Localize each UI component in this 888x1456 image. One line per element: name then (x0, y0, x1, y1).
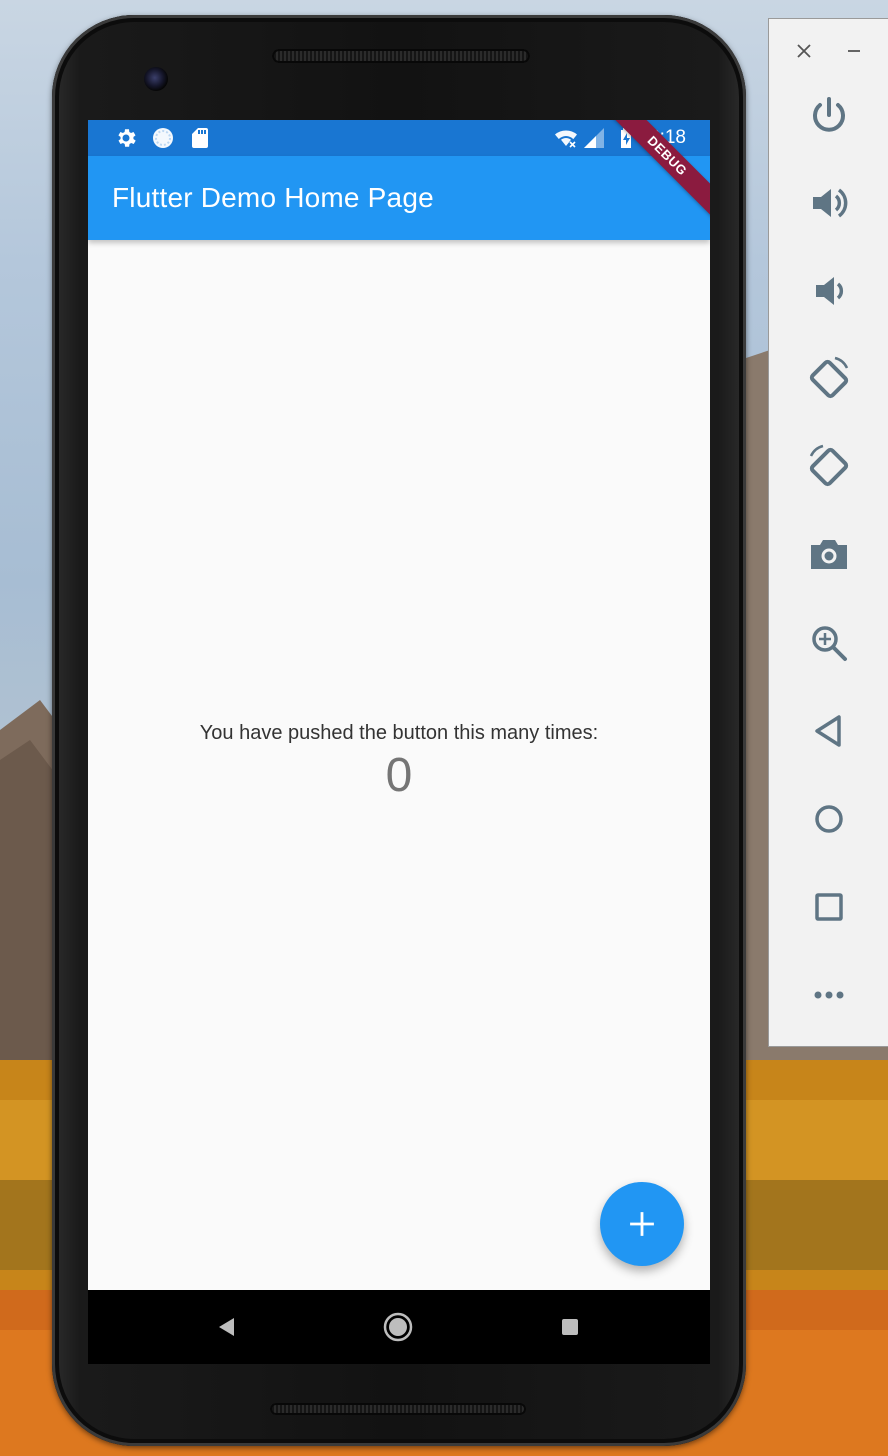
panel-close-button[interactable] (793, 41, 815, 61)
home-icon (383, 1312, 413, 1342)
rotate-right-icon (809, 444, 849, 487)
page-body: You have pushed the button this many tim… (88, 240, 710, 1290)
wifi-off-icon (555, 130, 577, 148)
volume-up-button[interactable] (803, 177, 855, 229)
top-speaker-grille (272, 49, 530, 63)
recents-icon (562, 1319, 578, 1335)
cell-signal-icon (584, 128, 604, 148)
zoom-button[interactable] (803, 617, 855, 669)
sd-card-icon (192, 128, 208, 148)
phone-screen: 8:18 Flutter Demo Home Page DEBUG You ha… (88, 120, 710, 1364)
front-camera (144, 67, 168, 91)
android-nav-bar (88, 1290, 710, 1364)
emulator-control-panel (768, 18, 888, 1047)
status-bar: 8:18 (88, 120, 710, 156)
power-button[interactable] (803, 89, 855, 141)
counter-message: You have pushed the button this many tim… (199, 722, 599, 744)
rotate-left-button[interactable] (803, 353, 855, 405)
settings-icon (118, 129, 136, 147)
minimize-icon (848, 50, 860, 52)
volume-up-icon (813, 188, 848, 218)
panel-overview-button[interactable] (803, 881, 855, 933)
nav-recents-button[interactable] (555, 1312, 585, 1342)
bottom-speaker-grille (270, 1403, 526, 1415)
panel-minimize-button[interactable] (843, 41, 865, 61)
zoom-icon (812, 626, 847, 661)
close-icon (797, 44, 811, 58)
nav-back-button[interactable] (212, 1312, 242, 1342)
panel-back-button[interactable] (803, 705, 855, 757)
sync-icon (153, 128, 173, 148)
screenshot-button[interactable] (803, 529, 855, 581)
increment-fab-button[interactable] (600, 1182, 684, 1266)
overview-icon (815, 893, 843, 921)
home-icon (815, 805, 843, 833)
volume-down-icon (816, 277, 844, 305)
app-bar-title: Flutter Demo Home Page (112, 182, 434, 213)
back-icon (219, 1318, 234, 1336)
camera-icon (811, 540, 847, 569)
app-bar: Flutter Demo Home Page (88, 156, 710, 240)
nav-home-button[interactable] (383, 1312, 413, 1342)
volume-down-button[interactable] (803, 265, 855, 317)
rotate-left-icon (809, 356, 849, 399)
more-icon (814, 991, 844, 999)
panel-home-button[interactable] (803, 793, 855, 845)
back-icon (815, 715, 841, 747)
power-icon (813, 97, 845, 132)
add-icon (630, 1212, 654, 1236)
counter-value: 0 (385, 749, 413, 802)
phone-device-frame: 8:18 Flutter Demo Home Page DEBUG You ha… (52, 15, 746, 1446)
panel-more-button[interactable] (803, 969, 855, 1021)
rotate-right-button[interactable] (803, 441, 855, 493)
